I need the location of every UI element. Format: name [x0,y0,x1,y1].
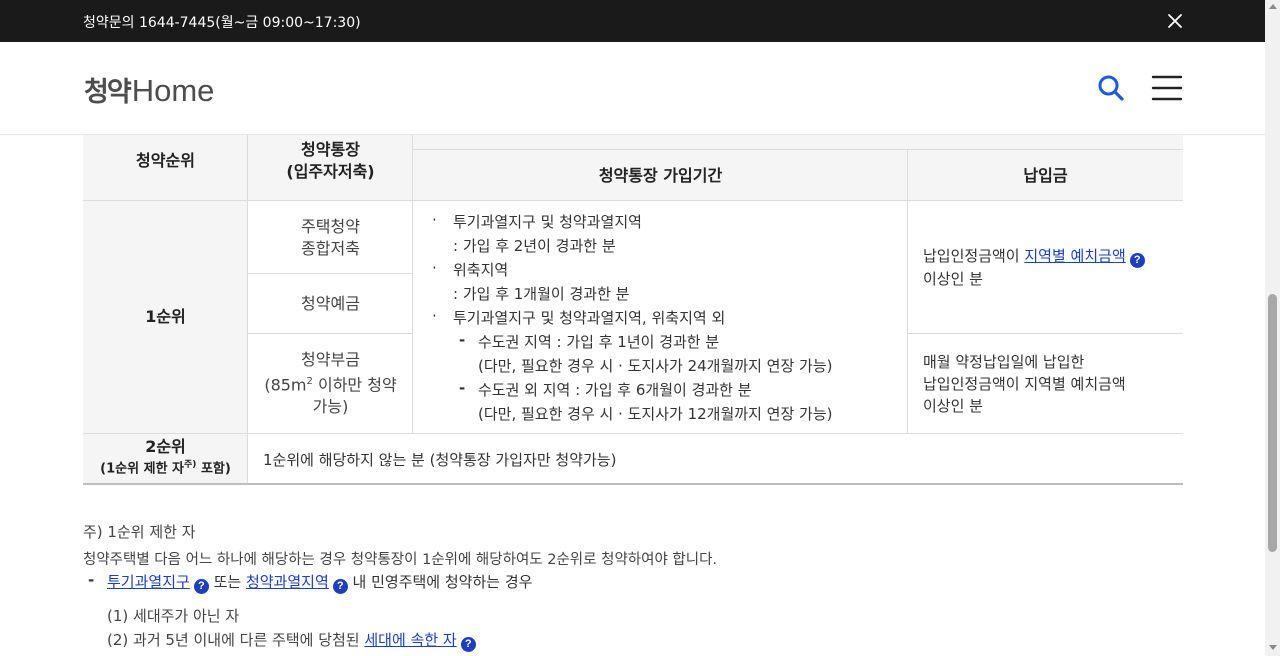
period-item: 투기과열지구 및 청약과열지역 [453,213,642,231]
note-desc: 청약주택별 다음 어느 하나에 해당하는 경우 청약통장이 1순위에 해당하여도… [83,552,718,568]
period-item: 위축지역 [453,261,509,279]
note-title: 주) 1순위 제한 자 [83,523,196,541]
account-installment-line3: 가능) [312,397,349,417]
td-rank2: 2순위 (1순위 제한 자주) 포함) [83,433,248,483]
td-account-savings: 주택청약 종합저축 [248,201,413,274]
logo-en: Home [131,73,215,108]
site-header: 청약 Home [0,42,1265,135]
speculation-zone-link[interactable]: 투기과열지구 [107,573,190,591]
th-deposit-label: 납입금 [1023,165,1068,185]
td-account-installment: 청약부금 (85m2 이하만 청약 가능) [248,334,413,433]
scroll-down-arrow-icon[interactable] [1269,645,1277,650]
table-bottom-border [83,483,1183,485]
account-deposit-line1: 청약예금 [301,294,360,313]
contact-info: 청약문의 1644-7445(월~금 09:00~17:30) [83,15,361,31]
rank2-label: 2순위 [145,436,186,456]
table-divider [83,200,1183,201]
period-item: : 가입 후 1개월이 경과한 분 [453,285,630,303]
deposit-a-line2: 이상인 분 [923,270,983,288]
th-period: 청약통장 가입기간 [413,150,908,201]
top-banner: 청약문의 1644-7445(월~금 09:00~17:30) [0,0,1265,42]
table-divider [413,149,1183,150]
help-icon[interactable]: ? [332,579,348,594]
site-logo[interactable]: 청약 Home [84,70,215,108]
rank1-label: 1순위 [145,307,186,326]
td-rank1: 1순위 [83,201,248,433]
deposit-b-line1: 매월 약정납입일에 납입한 [923,353,1085,371]
account-savings-line2: 종합저축 [301,238,360,258]
account-installment-line2: (85m2 이하만 청약 [264,375,397,395]
th-rank-label: 청약순위 [136,150,195,170]
scrollbar-thumb[interactable] [1268,294,1277,552]
table-divider [247,433,248,483]
table-divider [412,120,413,433]
help-icon[interactable]: ? [460,637,476,652]
bullet-dot: · [432,259,437,277]
note-item-2: (2) 과거 5년 이내에 다른 주택에 당첨된 세대에 속한 자? [107,629,476,652]
th-account-line2: (입주자저축) [286,161,375,181]
close-icon[interactable] [1166,12,1184,30]
deposit-b-line3: 이상인 분 [923,397,983,415]
table-divider [248,273,413,274]
scroll-up-arrow-icon[interactable] [1269,4,1277,9]
th-account-line1: 청약통장 [301,139,360,159]
rank2-desc: 1순위에 해당하지 않는 분 (청약통장 가입자만 청약가능) [263,451,617,469]
bullet-dash: - [459,331,466,349]
period-item: (다만, 필요한 경우 시 · 도지사가 24개월까지 연장 가능) [478,357,833,375]
period-item: 투기과열지구 및 청약과열지역, 위축지역 외 [453,309,726,327]
help-icon[interactable]: ? [193,579,209,594]
period-item: 수도권 지역 : 가입 후 1년이 경과한 분 [478,333,720,351]
account-savings-line1: 주택청약 [301,216,360,236]
note-item-1: (1) 세대주가 아닌 자 [107,607,240,625]
table-divider [248,333,413,334]
table-divider [907,150,908,433]
bullet-dash: - [459,379,466,397]
rank2-sub: (1순위 제한 자주) 포함) [100,459,231,477]
vertical-scrollbar[interactable] [1265,0,1280,656]
deposit-b-line2: 납입인정금액이 지역별 예치금액 [923,375,1126,393]
note-bullet-dash: - [88,571,95,589]
bullet-dot: · [432,307,437,325]
period-item: (다만, 필요한 경우 시 · 도지사가 12개월까지 연장 가능) [478,405,833,423]
household-member-link[interactable]: 세대에 속한 자 [364,631,456,649]
help-icon[interactable]: ? [1129,253,1145,268]
td-account-deposit: 청약예금 [248,274,413,334]
deposit-a-line1: 납입인정금액이 지역별 예치금액? [923,245,1145,268]
search-icon[interactable] [1097,74,1125,102]
logo-ko: 청약 [84,77,132,108]
regional-deposit-link[interactable]: 지역별 예치금액 [1024,247,1125,265]
hamburger-menu-icon[interactable] [1151,74,1183,102]
table-divider [908,333,1183,334]
th-deposit: 납입금 [908,150,1183,201]
period-item: 수도권 외 지역 : 가입 후 6개월이 경과한 분 [478,381,752,399]
overheated-area-link[interactable]: 청약과열지역 [246,573,329,591]
account-installment-line1: 청약부금 [301,349,360,369]
th-period-label: 청약통장 가입기간 [598,165,723,185]
table-divider [83,433,1183,434]
bullet-dot: · [432,211,437,229]
period-item: : 가입 후 2년이 경과한 분 [453,237,616,255]
table-divider [247,120,248,433]
note-bullet: 투기과열지구? 또는 청약과열지역? 내 민영주택에 청약하는 경우 [107,573,533,594]
